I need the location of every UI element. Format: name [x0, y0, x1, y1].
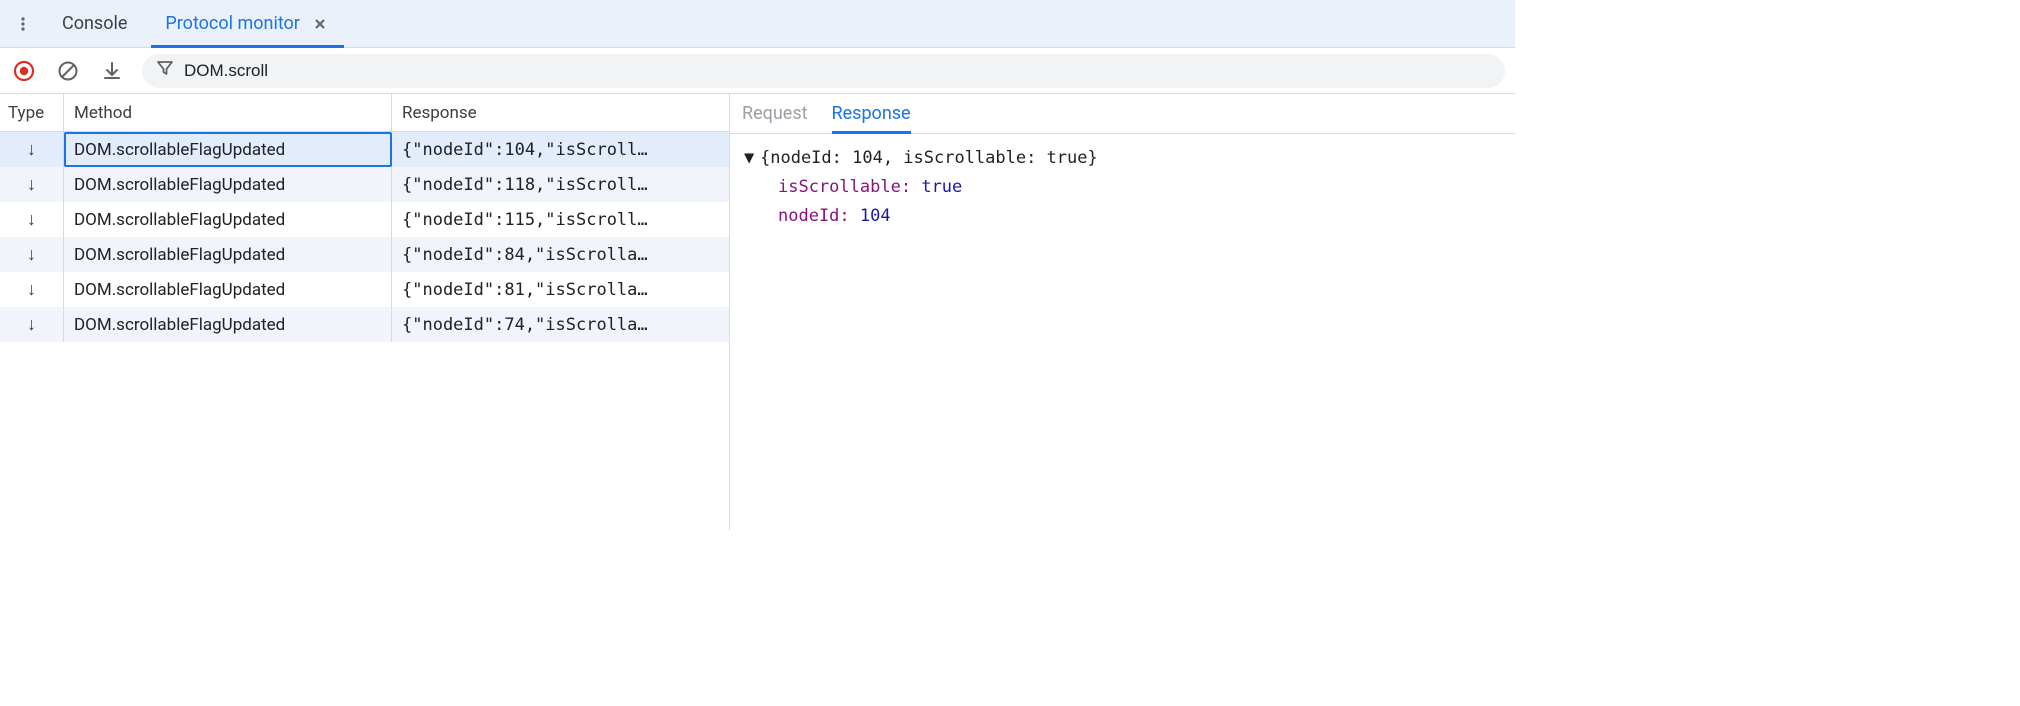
cell-response: {"nodeId":118,"isScroll… — [392, 167, 729, 202]
record-icon[interactable] — [10, 57, 38, 85]
prop-key: isScrollable: — [778, 177, 911, 197]
tab-protocol-monitor[interactable]: Protocol monitor — [151, 0, 344, 48]
tree-summary: {nodeId: 104, isScrollable: true} — [760, 144, 1098, 173]
tab-protocol-monitor-label: Protocol monitor — [165, 13, 300, 34]
tab-console-label: Console — [62, 13, 127, 34]
filter-icon — [156, 59, 174, 82]
kebab-menu-icon[interactable] — [8, 9, 38, 39]
cell-method: DOM.scrollableFlagUpdated — [64, 237, 392, 272]
close-icon[interactable] — [310, 14, 330, 34]
prop-value: true — [921, 177, 962, 197]
cell-response: {"nodeId":84,"isScrolla… — [392, 237, 729, 272]
detail-tabs: Request Response — [730, 94, 1515, 134]
table-row[interactable]: ↓DOM.scrollableFlagUpdated{"nodeId":84,"… — [0, 237, 729, 272]
table-header-row: Type Method Response — [0, 94, 729, 132]
tab-response[interactable]: Response — [832, 94, 911, 134]
cell-method: DOM.scrollableFlagUpdated — [64, 132, 392, 167]
column-header-type[interactable]: Type — [0, 94, 64, 131]
tab-response-label: Response — [832, 103, 911, 124]
cell-response: {"nodeId":115,"isScroll… — [392, 202, 729, 237]
arrow-down-icon: ↓ — [0, 132, 64, 167]
prop-key: nodeId: — [778, 206, 850, 226]
clear-icon[interactable] — [54, 57, 82, 85]
cell-response: {"nodeId":81,"isScrolla… — [392, 272, 729, 307]
table-row[interactable]: ↓DOM.scrollableFlagUpdated{"nodeId":81,"… — [0, 272, 729, 307]
arrow-down-icon: ↓ — [0, 167, 64, 202]
cell-method: DOM.scrollableFlagUpdated — [64, 202, 392, 237]
filter-input[interactable] — [184, 61, 1491, 81]
cell-method: DOM.scrollableFlagUpdated — [64, 272, 392, 307]
cell-method: DOM.scrollableFlagUpdated — [64, 307, 392, 342]
detail-body: ▼ {nodeId: 104, isScrollable: true} isSc… — [730, 134, 1515, 530]
table-row[interactable]: ↓DOM.scrollableFlagUpdated{"nodeId":115,… — [0, 202, 729, 237]
arrow-down-icon: ↓ — [0, 202, 64, 237]
arrow-down-icon: ↓ — [0, 272, 64, 307]
filter-input-container — [142, 54, 1505, 88]
column-header-method[interactable]: Method — [64, 94, 392, 131]
prop-value: 104 — [860, 206, 891, 226]
tab-request-label: Request — [742, 103, 808, 124]
devtools-tabbar: Console Protocol monitor — [0, 0, 1515, 48]
download-icon[interactable] — [98, 57, 126, 85]
protocol-toolbar — [0, 48, 1515, 94]
tree-prop-nodeid[interactable]: nodeId: 104 — [744, 202, 1501, 231]
column-header-response[interactable]: Response — [392, 94, 729, 131]
chevron-down-icon[interactable]: ▼ — [744, 144, 760, 173]
table-body: ↓DOM.scrollableFlagUpdated{"nodeId":104,… — [0, 132, 729, 530]
tree-prop-isscrollable[interactable]: isScrollable: true — [744, 173, 1501, 202]
main-split: Type Method Response ↓DOM.scrollableFlag… — [0, 94, 1515, 530]
message-table: Type Method Response ↓DOM.scrollableFlag… — [0, 94, 730, 530]
tab-request[interactable]: Request — [742, 94, 808, 134]
detail-pane: Request Response ▼ {nodeId: 104, isScrol… — [730, 94, 1515, 530]
tab-console[interactable]: Console — [48, 0, 141, 48]
table-row[interactable]: ↓DOM.scrollableFlagUpdated{"nodeId":104,… — [0, 132, 729, 167]
cell-response: {"nodeId":104,"isScroll… — [392, 132, 729, 167]
arrow-down-icon: ↓ — [0, 237, 64, 272]
table-row[interactable]: ↓DOM.scrollableFlagUpdated{"nodeId":74,"… — [0, 307, 729, 342]
tree-root[interactable]: ▼ {nodeId: 104, isScrollable: true} — [744, 144, 1501, 173]
arrow-down-icon: ↓ — [0, 307, 64, 342]
cell-method: DOM.scrollableFlagUpdated — [64, 167, 392, 202]
cell-response: {"nodeId":74,"isScrolla… — [392, 307, 729, 342]
table-row[interactable]: ↓DOM.scrollableFlagUpdated{"nodeId":118,… — [0, 167, 729, 202]
